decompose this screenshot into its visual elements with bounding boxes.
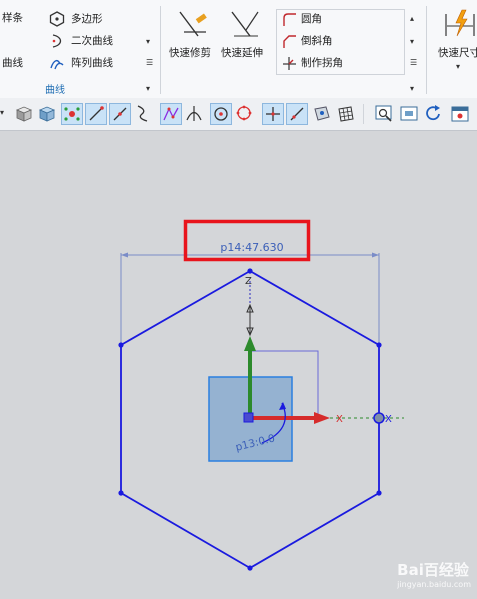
corner-gallery-up-arrow[interactable]: ▴ xyxy=(410,14,414,23)
quick-trim-icon xyxy=(179,11,207,37)
x-axis-arrowhead xyxy=(314,412,330,424)
curve-point-icon xyxy=(137,105,148,122)
grid-icon[interactable] xyxy=(335,103,357,125)
end-point-icon xyxy=(89,106,104,121)
z-axis-arrowhead xyxy=(244,336,256,351)
corner-gallery-down-arrow[interactable]: ▾ xyxy=(410,37,414,46)
ribbon-separator-2 xyxy=(426,6,427,94)
fit-view-icon[interactable] xyxy=(398,103,420,125)
polygon-icon xyxy=(49,11,65,27)
fillet-label: 圆角 xyxy=(301,13,322,25)
group-expand-arrow[interactable]: ▾ xyxy=(146,84,150,93)
ribbon-separator xyxy=(160,6,161,94)
curve-group-label: 曲线 xyxy=(45,85,65,96)
mid-point-icon xyxy=(113,107,127,121)
spline-command[interactable]: 样条 xyxy=(2,11,23,25)
cube-body-icon[interactable] xyxy=(36,103,58,125)
control-point-icon xyxy=(163,107,179,121)
corner-group-expand-arrow[interactable]: ▾ xyxy=(410,84,414,93)
x-axis-label: X xyxy=(336,414,343,425)
make-corner-icon xyxy=(283,57,296,70)
quick-dimension-label: 快速尺寸 xyxy=(438,47,477,59)
quick-extend-label: 快速延伸 xyxy=(221,47,263,59)
gallery-dropdown-arrow[interactable]: ▾ xyxy=(146,37,150,46)
quick-dimension-dropdown-arrow[interactable]: ▾ xyxy=(456,62,460,71)
cube-face-icon[interactable] xyxy=(13,103,35,125)
quick-extend-icon xyxy=(231,11,259,37)
x-axis-snap-point[interactable] xyxy=(373,412,385,424)
dimension-text[interactable]: p14:47.630 xyxy=(220,241,283,254)
pattern-curve-icon xyxy=(50,59,64,70)
polygon-label: 多边形 xyxy=(71,13,103,25)
zoom-window-icon[interactable] xyxy=(373,103,395,125)
toolbar-dropdown-arrow[interactable]: ▾ xyxy=(0,108,4,117)
quadrant-icon xyxy=(236,105,252,121)
quick-trim-label: 快速修剪 xyxy=(169,47,211,59)
dimension-arrow-right xyxy=(372,252,379,258)
toolbar-separator xyxy=(363,104,364,124)
intersection-icon xyxy=(186,106,202,121)
selection-toolbar: ▾ xyxy=(0,98,477,131)
ribbon: 样条 曲线 多边形 二次曲线 阵列曲线 ▾ ☰ 曲线 ▾ 快速修剪 快速延伸 圆… xyxy=(0,0,477,99)
view-orient-icon[interactable] xyxy=(449,103,471,125)
dimension-arrow-left xyxy=(121,252,128,258)
snap-points-icon xyxy=(64,107,80,121)
snap-existing-point-button[interactable] xyxy=(262,103,284,125)
fillet-icon xyxy=(283,13,296,26)
snap-intersection-button[interactable] xyxy=(184,103,206,125)
quick-dimension-icon xyxy=(445,9,475,37)
point-on-curve-icon xyxy=(290,107,304,121)
watermark-url: jingyan.baidu.com xyxy=(397,580,471,589)
snap-center-button[interactable] xyxy=(210,103,232,125)
conic-label: 二次曲线 xyxy=(71,35,113,47)
graphics-canvas[interactable]: p14:47.630 Z X p13:0.0 X Bai百经验 jingyan.… xyxy=(0,131,477,595)
watermark-logo: Bai百经验 xyxy=(397,561,469,579)
snap-control-button[interactable] xyxy=(160,103,182,125)
chamfer-icon xyxy=(283,35,296,48)
rotate-view-icon[interactable] xyxy=(422,103,444,125)
chamfer-label: 倒斜角 xyxy=(301,35,333,47)
snap-mid-button[interactable] xyxy=(109,103,131,125)
origin-point[interactable] xyxy=(243,412,254,423)
sketch-svg[interactable]: p14:47.630 Z X p13:0.0 X xyxy=(0,131,477,595)
z-axis-label: Z xyxy=(245,276,252,287)
x-marker-label: X xyxy=(385,414,392,425)
snap-curve-button[interactable] xyxy=(133,103,155,125)
corner-gallery-more-arrow[interactable]: ☰ xyxy=(410,58,417,67)
pattern-curve-label: 阵列曲线 xyxy=(71,57,113,69)
make-corner-label: 制作拐角 xyxy=(301,57,343,69)
existing-point-icon xyxy=(266,107,280,121)
snap-points-button[interactable] xyxy=(61,103,83,125)
arc-center-icon xyxy=(214,107,228,121)
snap-on-curve-button[interactable] xyxy=(286,103,308,125)
snap-end-button[interactable] xyxy=(85,103,107,125)
watermark: Bai百经验 jingyan.baidu.com xyxy=(397,559,471,589)
point-on-face-icon[interactable] xyxy=(311,103,333,125)
curve-command[interactable]: 曲线 xyxy=(2,56,23,70)
gallery-more-arrow[interactable]: ☰ xyxy=(146,58,153,67)
snap-quadrant-button[interactable] xyxy=(234,103,256,125)
conic-icon xyxy=(52,34,62,48)
